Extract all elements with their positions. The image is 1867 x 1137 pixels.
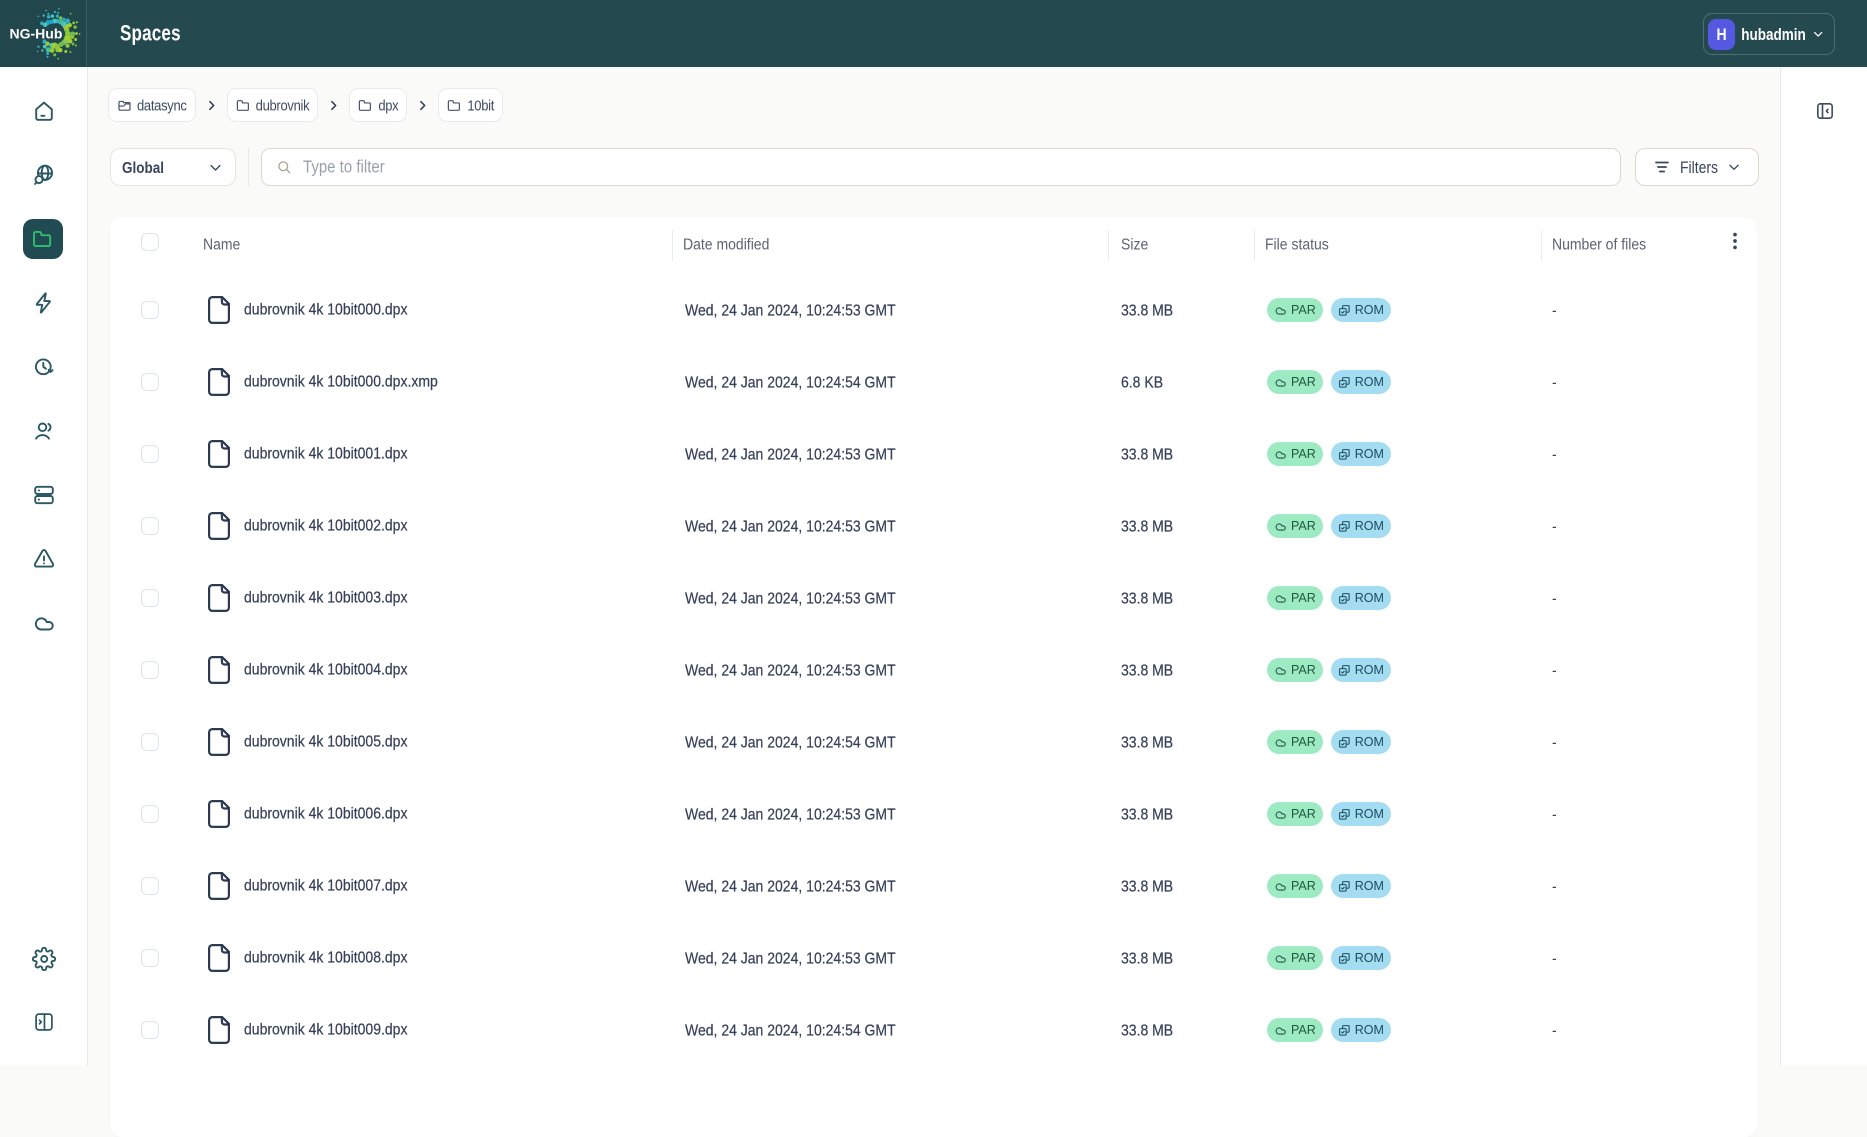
svg-text:NG-Hub: NG-Hub xyxy=(10,25,63,41)
svg-text:TM: TM xyxy=(63,40,68,44)
